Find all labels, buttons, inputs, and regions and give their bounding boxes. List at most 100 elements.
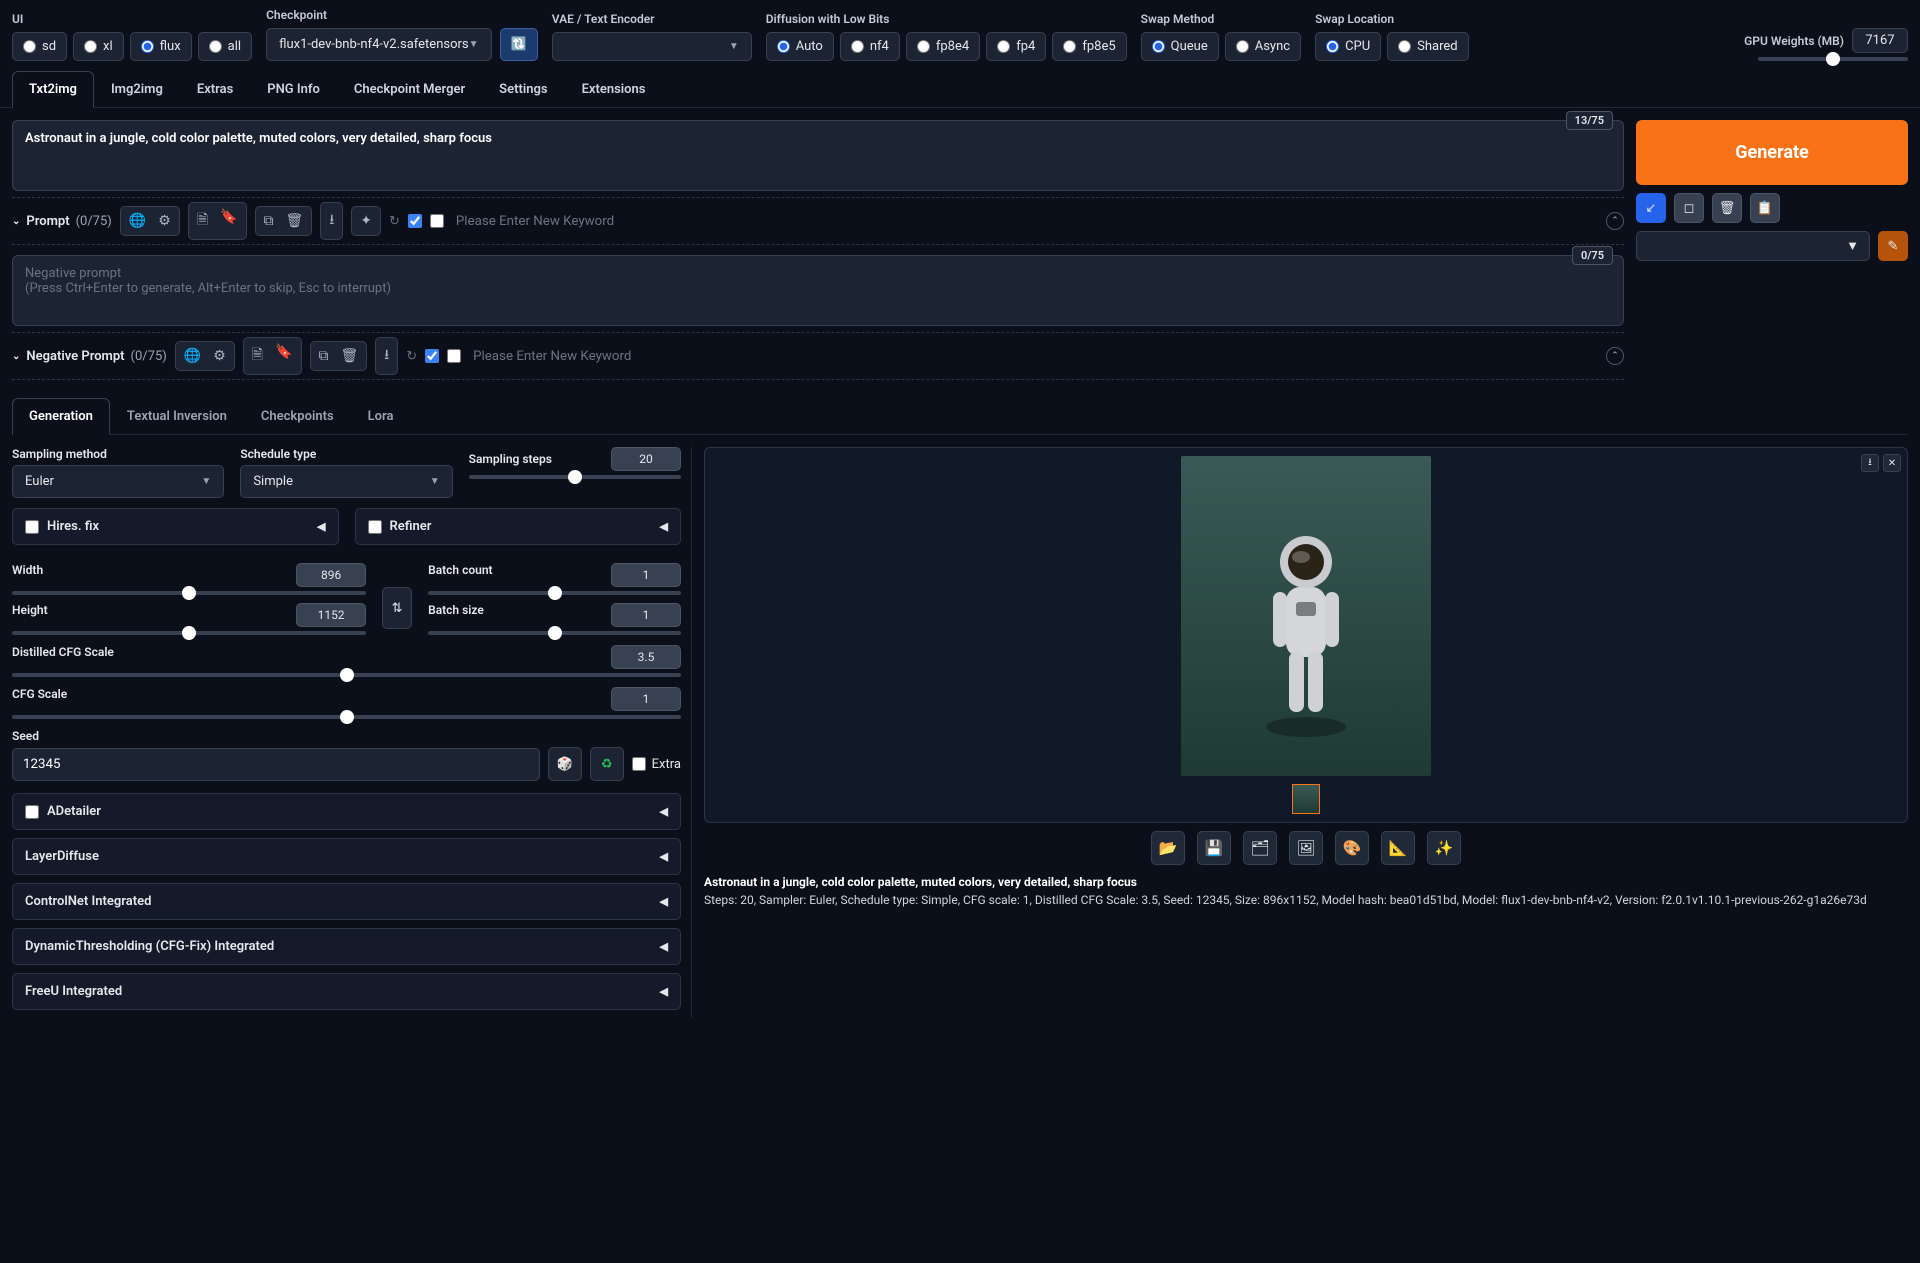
steps-slider[interactable] <box>469 475 681 479</box>
diffusion-radio-nf4[interactable]: nf4 <box>840 32 900 61</box>
batch-size-value[interactable]: 1 <box>611 603 681 627</box>
subtab-textual-inversion[interactable]: Textual Inversion <box>110 398 244 434</box>
diffusion-radio-Auto[interactable]: Auto <box>766 32 834 61</box>
send-inpaint-button[interactable]: 🎨 <box>1335 831 1369 865</box>
generate-button[interactable]: Generate <box>1636 120 1908 185</box>
schedule-select[interactable]: Simple ▼ <box>240 465 452 498</box>
gpu-slider[interactable] <box>1758 57 1908 61</box>
dcfg-slider[interactable] <box>12 673 681 677</box>
neg-prompt-input[interactable] <box>13 256 1623 321</box>
reuse-seed-button[interactable]: ♻ <box>590 747 624 781</box>
bookmark-icon[interactable]: 🔖 <box>271 342 296 370</box>
history-icon[interactable]: ↻ <box>406 349 417 364</box>
batch-count-value[interactable]: 1 <box>611 563 681 587</box>
accordion-freeu[interactable]: FreeU Integrated◀ <box>12 973 681 1010</box>
prompt-input[interactable] <box>13 121 1623 186</box>
tool-trash-button[interactable]: 🗑 <box>1712 193 1742 223</box>
zip-button[interactable]: 🗂 <box>1243 831 1277 865</box>
collapse-icon[interactable]: ⌃ <box>1606 347 1624 365</box>
swapmethod-radio-Async[interactable]: Async <box>1225 32 1301 61</box>
accordion-controlnet[interactable]: ControlNet Integrated◀ <box>12 883 681 920</box>
diffusion-radio-fp4[interactable]: fp4 <box>986 32 1046 61</box>
accordion-adetailer[interactable]: ADetailer◀ <box>12 793 681 830</box>
file-icon[interactable]: 🗎 <box>193 207 212 235</box>
ui-radio-all[interactable]: all <box>198 32 252 61</box>
dcfg-value[interactable]: 3.5 <box>611 645 681 669</box>
subtab-checkpoints[interactable]: Checkpoints <box>244 398 351 434</box>
edit-style-button[interactable]: ✎ <box>1878 231 1908 261</box>
seed-input[interactable] <box>12 748 540 781</box>
gear-icon[interactable]: ⚙ <box>154 211 175 231</box>
trash-icon[interactable]: 🗑 <box>282 211 308 231</box>
chevron-down-icon[interactable]: ⌄ <box>12 351 20 362</box>
download-icon[interactable]: ⭳ <box>325 207 338 235</box>
send-extras-button[interactable]: 📐 <box>1381 831 1415 865</box>
chevron-down-icon[interactable]: ⌄ <box>12 216 20 227</box>
tool-clipboard-button[interactable]: 📋 <box>1750 193 1780 223</box>
neg-check-a[interactable] <box>425 349 439 363</box>
batch-count-slider[interactable] <box>428 591 681 595</box>
output-image[interactable] <box>1181 456 1431 776</box>
tab-extras[interactable]: Extras <box>180 71 250 107</box>
file-icon[interactable]: 🗎 <box>248 342 267 370</box>
trash-icon[interactable]: 🗑 <box>337 346 363 366</box>
height-value[interactable]: 1152 <box>296 603 366 627</box>
style-select[interactable]: ▼ <box>1636 231 1870 261</box>
cfg-value[interactable]: 1 <box>611 687 681 711</box>
subtab-lora[interactable]: Lora <box>351 398 411 434</box>
globe-icon[interactable]: 🌐 <box>180 346 205 366</box>
prompt-check-a[interactable] <box>408 214 422 228</box>
diffusion-radio-fp8e4[interactable]: fp8e4 <box>906 32 980 61</box>
open-folder-button[interactable]: 📂 <box>1151 831 1185 865</box>
prompt-check-b[interactable] <box>430 214 444 228</box>
upscale-button[interactable]: ✨ <box>1427 831 1461 865</box>
hires-accordion[interactable]: Hires. fix ◀ <box>12 508 339 545</box>
width-value[interactable]: 896 <box>296 563 366 587</box>
swap-dimensions-button[interactable]: ⇅ <box>382 587 412 629</box>
collapse-icon[interactable]: ⌃ <box>1606 212 1624 230</box>
height-slider[interactable] <box>12 631 366 635</box>
cfg-slider[interactable] <box>12 715 681 719</box>
accordion-layerdiffuse[interactable]: LayerDiffuse◀ <box>12 838 681 875</box>
prompt-keyword-input[interactable] <box>452 210 1598 233</box>
tool-stop-button[interactable]: ◻ <box>1674 193 1704 223</box>
ui-radio-flux[interactable]: flux <box>130 32 192 61</box>
sparkle-icon[interactable]: ✦ <box>356 211 376 231</box>
ui-radio-sd[interactable]: sd <box>12 32 67 61</box>
copy-icon[interactable]: ⧉ <box>315 346 333 366</box>
extra-check-wrap[interactable]: Extra <box>632 757 681 772</box>
tab-checkpoint-merger[interactable]: Checkpoint Merger <box>337 71 482 107</box>
swapmethod-radio-Queue[interactable]: Queue <box>1141 32 1219 61</box>
save-button[interactable]: 💾 <box>1197 831 1231 865</box>
subtab-generation[interactable]: Generation <box>12 398 110 435</box>
neg-keyword-input[interactable] <box>469 345 1598 368</box>
sampling-method-select[interactable]: Euler ▼ <box>12 465 224 498</box>
checkpoint-select[interactable]: flux1-dev-bnb-nf4-v2.safetensors ▼ <box>266 28 491 61</box>
ui-radio-xl[interactable]: xl <box>73 32 124 61</box>
batch-size-slider[interactable] <box>428 631 681 635</box>
refresh-checkpoint-button[interactable]: 🔃 <box>500 28 538 61</box>
history-icon[interactable]: ↻ <box>389 214 400 229</box>
bookmark-icon[interactable]: 🔖 <box>216 207 241 235</box>
output-thumbnail[interactable] <box>1292 784 1320 814</box>
tab-img2img[interactable]: Img2img <box>94 71 180 107</box>
swaplocation-radio-Shared[interactable]: Shared <box>1387 32 1468 61</box>
gear-icon[interactable]: ⚙ <box>209 346 230 366</box>
copy-icon[interactable]: ⧉ <box>260 211 278 231</box>
width-slider[interactable] <box>12 591 366 595</box>
hires-checkbox[interactable] <box>25 520 39 534</box>
tool-arrow-button[interactable]: ↙ <box>1636 193 1666 223</box>
extra-checkbox[interactable] <box>632 757 646 771</box>
globe-icon[interactable]: 🌐 <box>125 211 150 231</box>
tab-txt2img[interactable]: Txt2img <box>12 71 94 108</box>
close-image-icon[interactable]: ✕ <box>1883 454 1901 472</box>
vae-select[interactable]: ▼ <box>552 32 752 61</box>
refiner-checkbox[interactable] <box>368 520 382 534</box>
neg-check-b[interactable] <box>447 349 461 363</box>
swaplocation-radio-CPU[interactable]: CPU <box>1315 32 1381 61</box>
tab-settings[interactable]: Settings <box>482 71 564 107</box>
refiner-accordion[interactable]: Refiner ◀ <box>355 508 682 545</box>
tab-extensions[interactable]: Extensions <box>565 71 663 107</box>
send-img2img-button[interactable]: 🖼 <box>1289 831 1323 865</box>
steps-value[interactable]: 20 <box>611 447 681 471</box>
